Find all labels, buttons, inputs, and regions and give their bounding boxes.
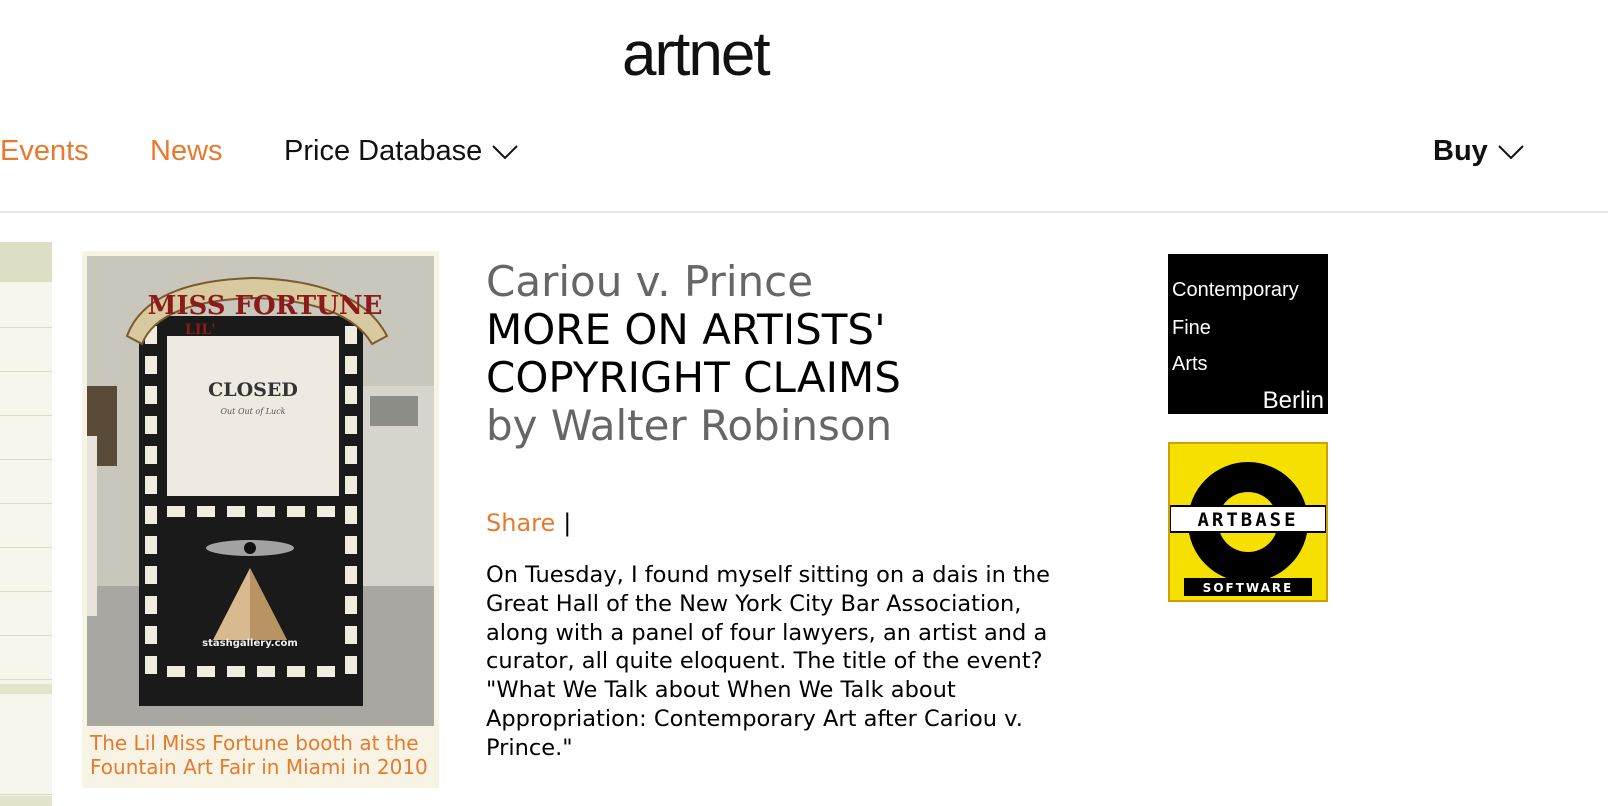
closed-sign-subtext: Out Out of Luck (220, 407, 285, 416)
sidebar-item[interactable] (0, 328, 52, 372)
cfa-line3: Arts (1172, 353, 1208, 375)
share-separator: | (563, 509, 572, 537)
sidebar-item[interactable] (0, 548, 52, 592)
nav-buy[interactable]: Buy (1433, 134, 1524, 168)
banner-prefix-text: LIL' (185, 322, 216, 338)
cfa-city: Berlin (1263, 387, 1324, 414)
nav-price-database-label: Price Database (284, 135, 483, 167)
banner-text: MISS FORTUNE (148, 291, 383, 321)
article-headline-line1: MORE ON ARTISTS' (486, 305, 886, 354)
cfa-berlin-logo: Contemporary Fine Arts Berlin (1168, 254, 1328, 414)
sidebar-item[interactable] (0, 636, 52, 680)
sidebar-item[interactable] (0, 284, 52, 328)
sidebar-item[interactable] (0, 696, 52, 795)
booth-photo-illustration: CLOSED Out Out of Luck LIL' MISS FORTUNE… (87, 256, 434, 726)
article-byline: by Walter Robinson (486, 401, 893, 450)
artbase-sub: SOFTWARE (1203, 581, 1294, 595)
sidebar-item[interactable] (0, 372, 52, 416)
nav-buy-label: Buy (1433, 135, 1488, 167)
article-photo[interactable]: CLOSED Out Out of Luck LIL' MISS FORTUNE… (87, 256, 434, 726)
sidebar-header (0, 242, 52, 282)
cfa-berlin-ad[interactable]: Contemporary Fine Arts Berlin (1168, 254, 1328, 414)
sidebar-item[interactable] (0, 592, 52, 636)
nav-news[interactable]: News (150, 134, 223, 168)
artbase-name: ARTBASE (1197, 509, 1298, 531)
nav-events[interactable]: Events (0, 134, 89, 168)
artnet-logo[interactable]: artnet (622, 24, 771, 86)
cfa-line1: Contemporary (1172, 279, 1299, 301)
share-link[interactable]: Share (486, 509, 555, 537)
artbase-software-ad[interactable]: ARTBASE SOFTWARE (1168, 442, 1328, 602)
photo-caption: The Lil Miss Fortune booth at the Founta… (90, 731, 428, 779)
article-figure: CLOSED Out Out of Luck LIL' MISS FORTUNE… (82, 251, 439, 788)
chevron-down-icon (1498, 145, 1524, 160)
cfa-line2: Fine (1172, 317, 1211, 339)
article-kicker: Cariou v. Prince (486, 257, 814, 306)
sidebar-menu (0, 242, 52, 806)
booth-url-text: stashgallery.com (202, 638, 298, 649)
sidebar-divider (0, 684, 52, 694)
sidebar-item[interactable] (0, 416, 52, 460)
sidebar-divider (0, 796, 52, 806)
artbase-logo: ARTBASE SOFTWARE (1169, 444, 1327, 600)
article-header: Cariou v. Prince MORE ON ARTISTS' COPYRI… (486, 258, 1106, 450)
article-headline-line2: COPYRIGHT CLAIMS (486, 353, 901, 402)
main-nav: Events News Price Database Buy (0, 126, 1608, 176)
share-row: Share | (486, 508, 571, 538)
sidebar-item[interactable] (0, 460, 52, 504)
nav-divider (0, 211, 1608, 213)
nav-price-database[interactable]: Price Database (284, 134, 518, 168)
sidebar-item[interactable] (0, 504, 52, 548)
closed-sign-text: CLOSED (208, 379, 298, 401)
chevron-down-icon (492, 145, 518, 160)
article-body: On Tuesday, I found myself sitting on a … (486, 562, 1050, 761)
